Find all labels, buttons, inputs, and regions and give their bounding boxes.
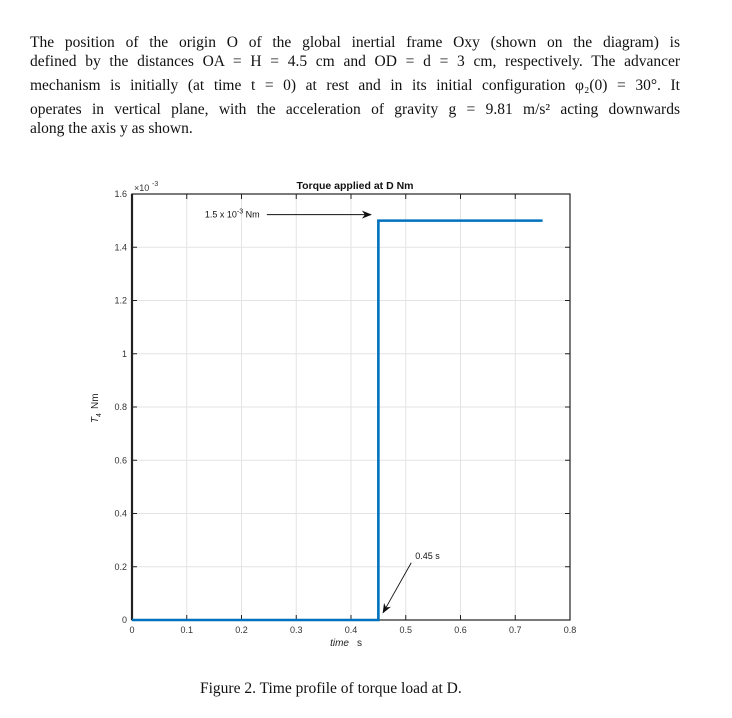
annotations: 1.5 x 10-3 Nm 0.45 s	[205, 209, 440, 614]
x-tick-label: 0.2	[235, 625, 248, 635]
y-exponent-label: ×10 -3	[134, 181, 158, 193]
x-axis-label-unit: s	[357, 638, 362, 649]
x-axis-label-name: time	[330, 638, 349, 649]
y-tick-label: 1.6	[114, 189, 127, 199]
y-tick-label: 1.4	[114, 242, 127, 252]
x-tick-label: 0.3	[290, 625, 303, 635]
paragraph-line-3: mechanism is initially (at time t = 0) a…	[30, 77, 680, 94]
x-tick-label: 0.7	[509, 625, 522, 635]
x-tick-label: 0.8	[564, 625, 577, 635]
paragraph-line-4: operates in vertical plane, with the acc…	[30, 101, 680, 118]
y-tick-label: 1.2	[114, 296, 127, 306]
figure-caption: Figure 2. Time profile of torque load at…	[200, 680, 462, 697]
y-axis-label: T 4 Nm	[90, 393, 103, 423]
x-tick-label: 0.4	[345, 625, 358, 635]
chart-title: Torque applied at D Nm	[296, 180, 413, 192]
grid	[132, 194, 570, 620]
annotation-label-torque: 1.5 x 10-3 Nm	[205, 209, 260, 220]
paragraph-line-1: The position of the origin O of the glob…	[30, 34, 680, 51]
y-tick-label: 1	[122, 349, 127, 359]
x-tick-label: 0.6	[454, 625, 467, 635]
annotation-unit: Nm	[243, 210, 260, 220]
y-tick-label: 0.4	[114, 509, 127, 519]
series-line	[132, 219, 543, 622]
axes: 0 0.1 0.2 0.3 0.4 0.5 0.6 0.7 0.8 0 0.2 0.4 0.6 0.8 1 1…	[114, 189, 576, 635]
y-tick-label: 0	[122, 615, 127, 625]
x-tick-label: 0.5	[399, 625, 412, 635]
x-axis-label: time s	[330, 638, 362, 649]
paragraph-line-5: along the axis y as shown.	[30, 120, 193, 137]
annotation-arrow-time	[382, 562, 412, 614]
y-tick-label: 0.6	[114, 455, 127, 465]
problem-statement: The position of the origin O of the glob…	[30, 33, 680, 138]
y-exponent-base: ×10	[134, 183, 149, 193]
y-tick-label: 0.8	[114, 402, 127, 412]
y-exponent-power: -3	[152, 181, 158, 188]
x-tick-label: 0	[129, 625, 134, 635]
y-axis-label-unit: Nm	[90, 393, 101, 409]
y-axis-label-subscript: 4	[96, 413, 103, 417]
paragraph-line-2: defined by the distances OA = H = 4.5 cm…	[30, 53, 680, 70]
x-tick-label: 0.1	[180, 625, 193, 635]
y-tick-label: 0.2	[114, 562, 127, 572]
torque-chart: 0 0.1 0.2 0.3 0.4 0.5 0.6 0.7 0.8 0 0.2 0.4 0.6 0.8 1 1…	[90, 180, 576, 649]
series	[132, 219, 543, 622]
annotation-label-time: 0.45 s	[415, 551, 440, 561]
